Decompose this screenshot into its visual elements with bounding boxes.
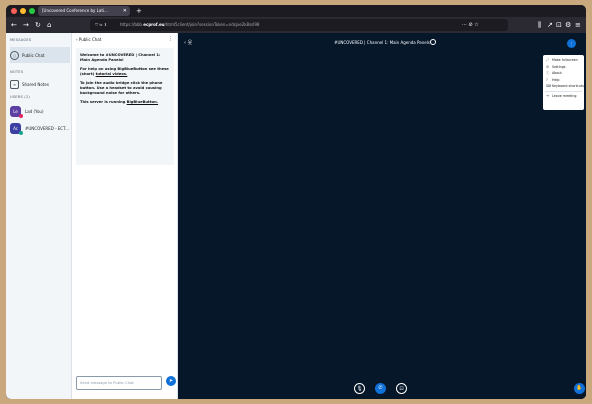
mute-button[interactable]: 🎙 [354, 383, 365, 394]
avatar: Ac [10, 122, 23, 135]
forward-icon[interactable]: → [23, 20, 29, 30]
notes-icon: ≡ [10, 79, 19, 89]
help-text: For help on using BigBlueButton see thes… [80, 67, 169, 76]
meeting-title: #UNCOVERED | Channel 1: Main Agenda Pane… [334, 40, 430, 45]
status-badge [19, 113, 23, 118]
tab-title: [Uncovered Conference by Lati... [42, 8, 108, 13]
user-name: Lad (You) [25, 108, 44, 114]
menu-divider [545, 91, 582, 92]
app-content: MESSAGES ○ Public Chat NOTES ≡ Shared No… [6, 33, 586, 399]
chat-options-icon[interactable]: ⋮ [168, 36, 173, 42]
url-bar[interactable]: ⛉ ⇆ ⬍ https://bbb.ecprof.eu/html5client/… [90, 19, 508, 31]
bbb-link[interactable]: BigBlueButton. [127, 100, 158, 104]
site-info-icon[interactable]: ⛉ ⇆ ⬍ [95, 19, 107, 31]
page-actions-icon[interactable]: ··· ⊘ ☆ [462, 19, 479, 31]
raise-hand-button[interactable]: ✋ [574, 383, 585, 394]
users-title: USERS (2) [10, 95, 30, 99]
new-tab-button[interactable]: + [136, 5, 142, 17]
welcome-title: Welcome to #UNCOVERED | Channel 1: Main … [80, 53, 161, 62]
extensions-icon[interactable]: ⚙ [565, 20, 571, 30]
maximize-window-dot[interactable] [29, 8, 35, 14]
status-badge [19, 130, 23, 135]
minimize-window-dot[interactable] [20, 8, 26, 14]
url-text: https://bbb.ecprof.eu/html5client/join?s… [120, 22, 260, 27]
public-chat-label: Public Chat [22, 52, 45, 58]
chat-bubble-icon: ○ [10, 50, 19, 60]
user-list-panel: MESSAGES ○ Public Chat NOTES ≡ Shared No… [6, 33, 72, 399]
share-icon[interactable]: ↗ [547, 20, 553, 30]
messages-title: MESSAGES [10, 38, 32, 42]
chat-back-button[interactable]: ‹ Public Chat [76, 37, 101, 42]
options-button[interactable]: ⋮ [567, 39, 576, 48]
shared-notes-label: Shared Notes [22, 81, 49, 87]
tutorial-link[interactable]: tutorial videos. [96, 72, 128, 76]
welcome-message: Welcome to #UNCOVERED | Channel 1: Main … [76, 48, 174, 165]
running-text: This server is running BigBlueButton. [80, 100, 159, 104]
menu-item-leave[interactable]: ⇥ Leave meeting [543, 93, 584, 100]
public-chat-item[interactable]: ○ Public Chat [10, 47, 70, 63]
keyboard-icon: ⌨ [546, 84, 552, 88]
browser-tab[interactable]: [Uncovered Conference by Lati... ✕ [38, 6, 130, 16]
nav-bar: ← → ↻ ⌂ ⛉ ⇆ ⬍ https://bbb.ecprof.eu/html… [6, 17, 586, 33]
menu-icon[interactable]: ≡ [575, 20, 581, 30]
recording-indicator-icon [430, 39, 436, 45]
options-menu: ⤢ Make fullscreen ⚙ Settings ⓘ About ? Help … [543, 55, 584, 110]
chat-message-input[interactable]: Send message to Public Chat [76, 376, 162, 390]
browser-window: [Uncovered Conference by Lati... ✕ + ← →… [6, 5, 586, 399]
close-window-dot[interactable] [11, 8, 17, 14]
sidebar-icon[interactable]: ⊡ [556, 20, 562, 30]
avatar: Le [10, 105, 23, 118]
tab-bar: [Uncovered Conference by Lati... ✕ + [6, 5, 586, 17]
presentation-area: ‹ 웃 #UNCOVERED | Channel 1: Main Agenda … [178, 33, 586, 399]
back-icon[interactable]: ← [11, 20, 17, 30]
home-icon[interactable]: ⌂ [47, 20, 51, 30]
user-item[interactable]: Ac #UNCOVERED - ECT... [10, 121, 70, 135]
reload-icon[interactable]: ↻ [35, 20, 41, 30]
chat-panel: ‹ Public Chat ⋮ Welcome to #UNCOVERED | … [72, 33, 178, 399]
send-button[interactable]: ➤ [166, 376, 176, 386]
leave-icon: ⇥ [546, 94, 549, 98]
camera-button[interactable]: ⊡ [396, 383, 407, 394]
library-icon[interactable]: ⫼ [538, 20, 541, 30]
notes-title: NOTES [10, 70, 24, 74]
user-item[interactable]: Le Lad (You) [10, 104, 70, 118]
user-name: #UNCOVERED - ECT... [25, 125, 69, 131]
menu-item-shortcuts[interactable]: ⌨ Keyboard shortcuts [543, 83, 584, 90]
tab-close-icon[interactable]: ✕ [123, 6, 127, 16]
phone-button[interactable]: ✆ [375, 383, 386, 394]
audio-text: To join the audio bridge click the phone… [80, 81, 163, 95]
shared-notes-item[interactable]: ≡ Shared Notes [10, 77, 70, 91]
